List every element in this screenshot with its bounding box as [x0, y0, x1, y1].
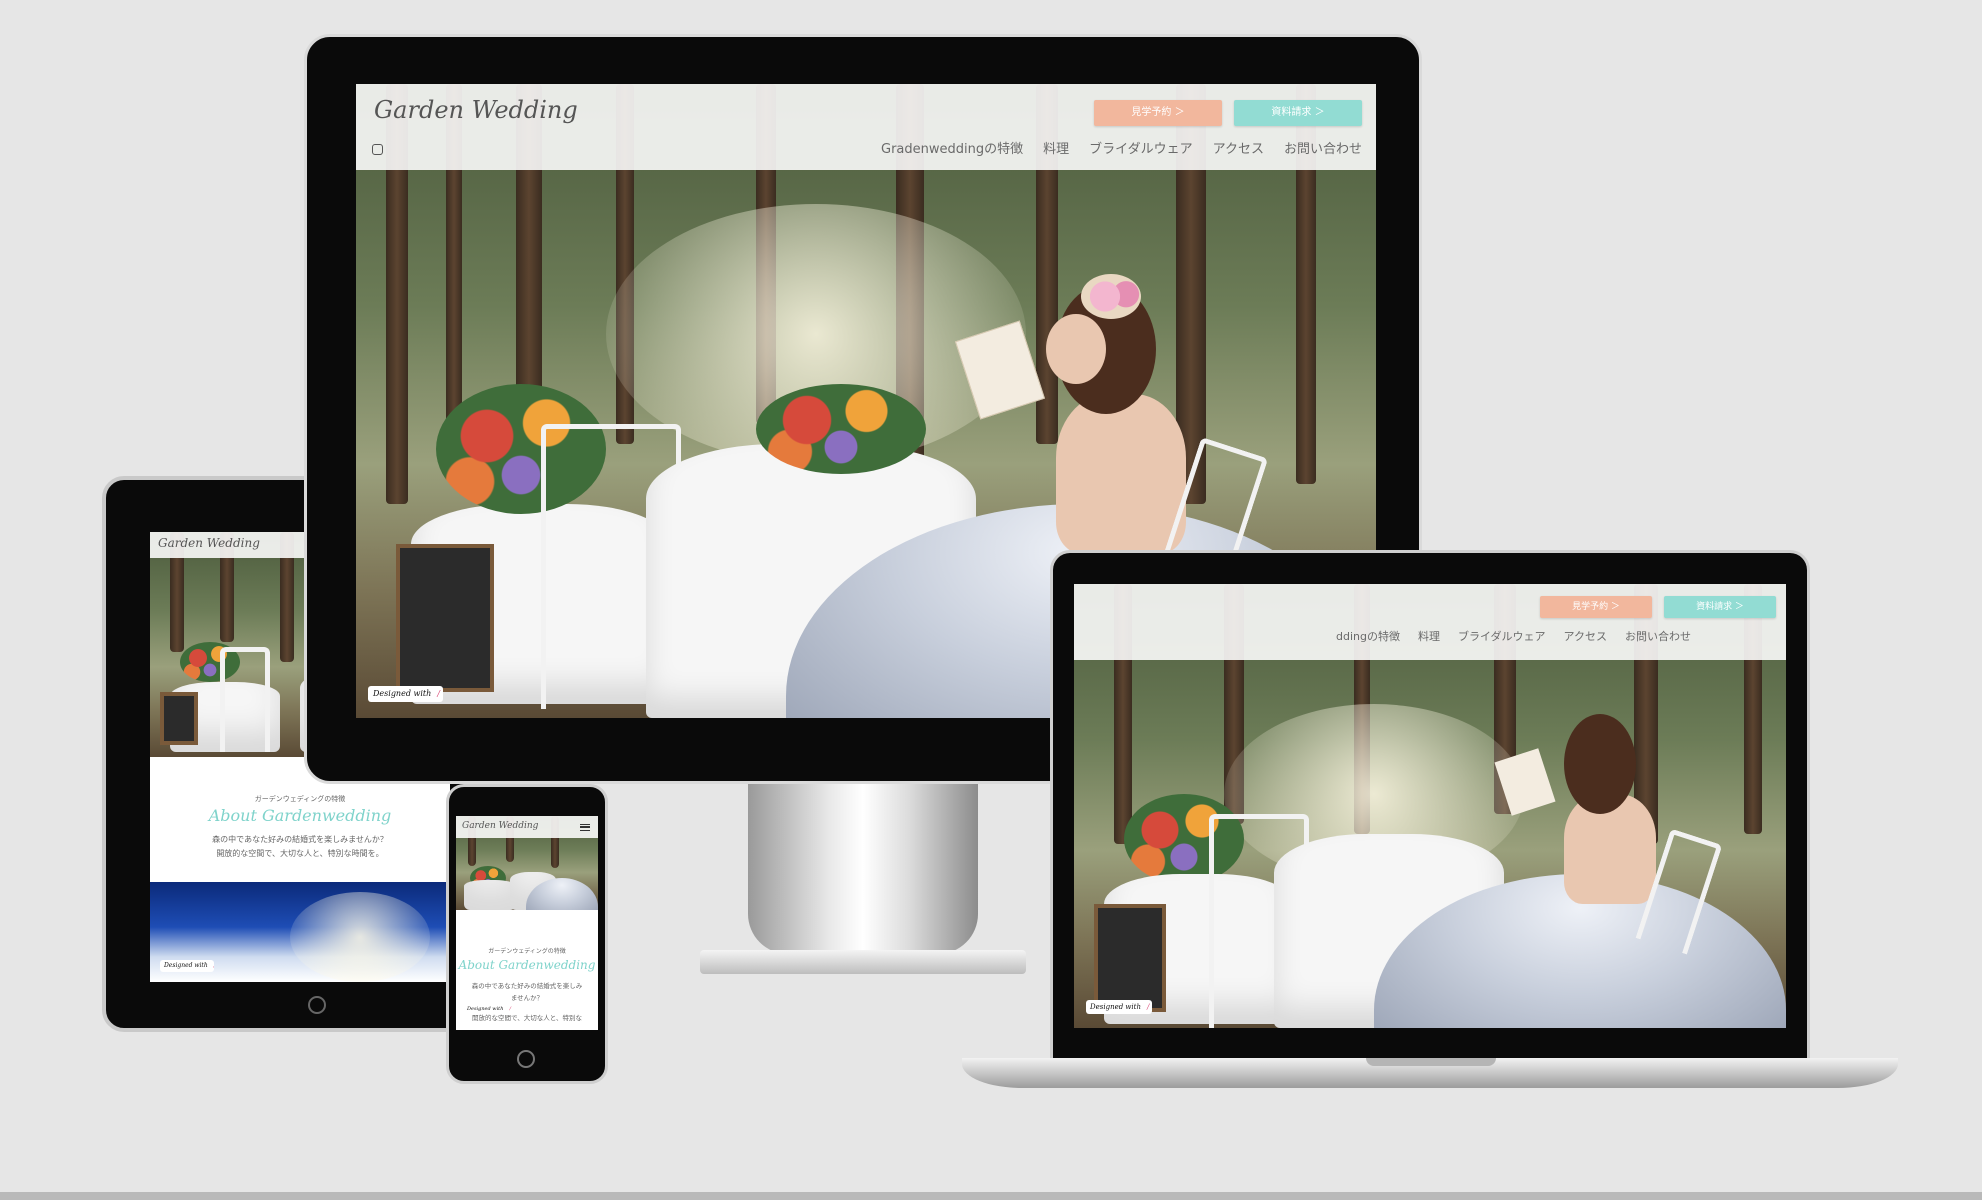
laptop-nav-bridal-wear[interactable]: ブライダルウェア — [1458, 628, 1546, 644]
tablet-section-text-1: 森の中であなた好みの結婚式を楽しみませんか？ — [212, 835, 388, 844]
instagram-icon[interactable] — [372, 144, 383, 155]
phone-section-heading: About Gardenwedding — [458, 958, 596, 972]
tablet-section-caption: ガーデンウェディングの特徴 — [254, 795, 346, 803]
phone-designed-badge[interactable]: Designed with / — [464, 1004, 515, 1014]
nav-item-features[interactable]: Gradenweddingの特徴 — [881, 138, 1023, 157]
tablet-section-text-2: 開放的な空間で、大切な人と、特別な時間を。 — [216, 849, 384, 858]
page-bottom-border — [0, 1192, 1982, 1200]
laptop-notch — [1366, 1058, 1496, 1066]
laptop-visit-button[interactable]: 見学予約 ＞ — [1540, 596, 1652, 618]
laptop-screen: 見学予約 ＞ 資料請求 ＞ ddingの特徴 料理 ブライダルウェア アクセス … — [1074, 584, 1786, 1028]
phone-screen: Garden Wedding ガーデンウェディングの特徴 About Garde… — [456, 816, 598, 1030]
phone-section-text-2: ませんか？ — [510, 994, 544, 1002]
laptop-request-button[interactable]: 資料請求 ＞ — [1664, 596, 1776, 618]
desktop-nav: Gradenweddingの特徴 料理 ブライダルウェア アクセス お問い合わせ — [881, 138, 1362, 157]
pen-icon: / — [509, 1006, 512, 1012]
nav-item-bridal-wear[interactable]: ブライダルウェア — [1089, 138, 1192, 157]
tablet-home-button — [308, 996, 326, 1014]
pen-icon: / — [1146, 1003, 1150, 1011]
desktop-designed-label: Designed with — [373, 689, 432, 698]
desktop-designed-badge[interactable]: Designed with / — [368, 686, 443, 702]
phone-section-caption: ガーデンウェディングの特徴 — [488, 948, 566, 955]
phone-designed-label: Designed with — [467, 1006, 504, 1012]
phone-section-text-1: 森の中であなた好みの結婚式を楽しみ — [471, 982, 583, 990]
tablet-section-heading: About Gardenwedding — [208, 806, 392, 825]
phone-home-button — [517, 1050, 535, 1068]
laptop-nav-features[interactable]: ddingの特徴 — [1336, 628, 1400, 644]
nav-item-contact[interactable]: お問い合わせ — [1284, 138, 1362, 157]
phone-logo[interactable]: Garden Wedding — [462, 821, 538, 831]
tablet-logo[interactable]: Garden Wedding — [158, 536, 260, 550]
tablet-designed-label: Designed with — [164, 962, 208, 969]
laptop-nav-access[interactable]: アクセス — [1564, 628, 1607, 644]
pen-icon: / — [437, 689, 440, 698]
nav-item-cuisine[interactable]: 料理 — [1043, 138, 1069, 157]
laptop-designed-badge[interactable]: Designed with / — [1086, 1000, 1152, 1014]
laptop-nav: ddingの特徴 料理 ブライダルウェア アクセス お問い合わせ — [1336, 628, 1691, 644]
visit-reservation-button[interactable]: 見学予約 ＞ — [1094, 100, 1222, 126]
laptop-designed-label: Designed with — [1090, 1003, 1141, 1011]
monitor-stand-base — [700, 950, 1026, 974]
monitor-stand-neck — [748, 784, 978, 954]
nav-item-access[interactable]: アクセス — [1213, 138, 1264, 157]
desktop-logo[interactable]: Garden Wedding — [374, 96, 578, 124]
laptop-nav-cuisine[interactable]: 料理 — [1418, 628, 1440, 644]
request-brochure-button[interactable]: 資料請求 ＞ — [1234, 100, 1362, 126]
hamburger-menu-icon[interactable] — [580, 824, 590, 831]
tablet-designed-badge[interactable]: Designed with/ — [160, 960, 214, 972]
laptop-nav-contact[interactable]: お問い合わせ — [1625, 628, 1691, 644]
